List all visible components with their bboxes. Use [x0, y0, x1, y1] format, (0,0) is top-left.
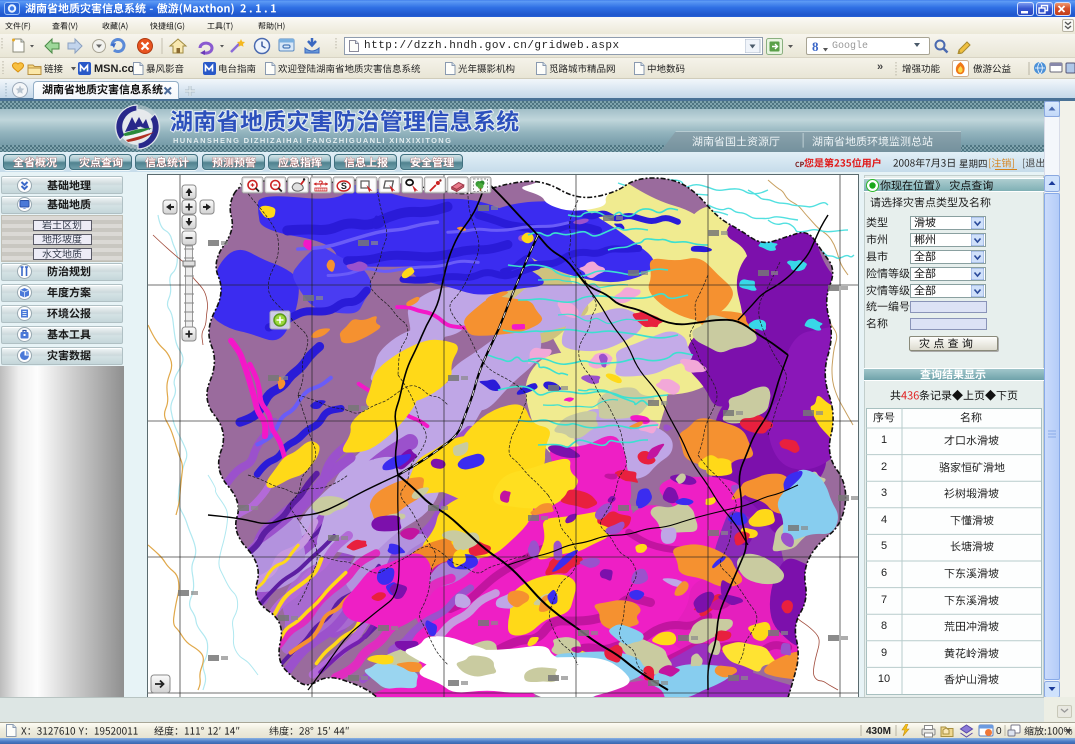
svg-text:S: S [341, 181, 347, 191]
svg-text:?: ? [318, 180, 323, 189]
